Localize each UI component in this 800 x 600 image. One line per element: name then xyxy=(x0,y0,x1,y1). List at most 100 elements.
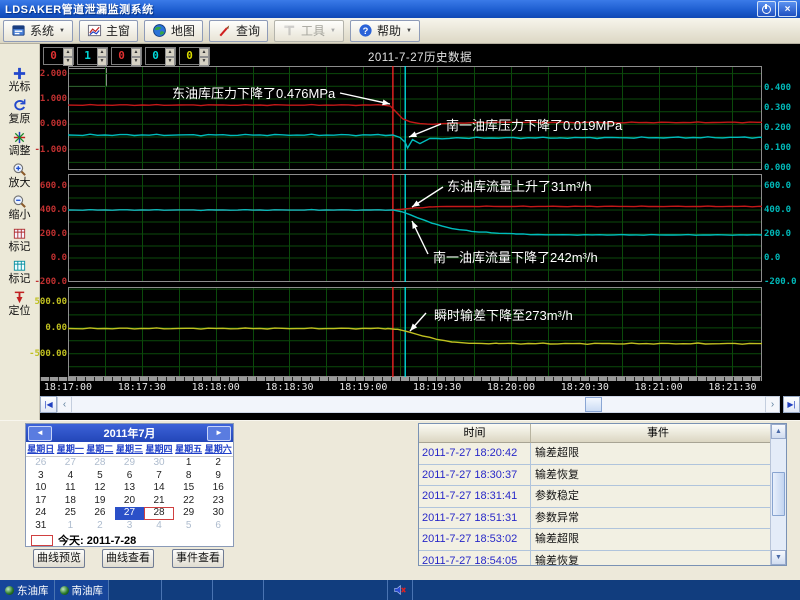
calendar-day[interactable]: 24 xyxy=(26,507,56,520)
calendar-day[interactable]: 25 xyxy=(56,507,86,520)
table-row[interactable]: 2011-7-27 18:53:02输差超限 xyxy=(419,529,770,551)
toolbar-button-query[interactable]: 查询 xyxy=(209,20,268,42)
minimize-button[interactable] xyxy=(757,1,776,17)
calendar-day[interactable]: 31 xyxy=(26,520,56,533)
calendar-day[interactable]: 6 xyxy=(203,520,233,533)
v-scrollbar[interactable]: ▲ ▼ xyxy=(770,424,786,565)
calendar-day[interactable]: 21 xyxy=(144,495,174,508)
y-axis-right: 0.4000.3000.2000.1000.000 xyxy=(762,66,800,170)
calendar-day[interactable]: 1 xyxy=(56,520,86,533)
x-tick-label: 18:18:00 xyxy=(192,382,240,393)
y-axis-right xyxy=(762,287,800,377)
chart-panel-difference: 500.000.00-500.00瞬时输差下降至273m³/h xyxy=(40,287,800,377)
calendar-day[interactable]: 15 xyxy=(174,482,204,495)
scroll-up-button[interactable]: ▲ xyxy=(771,424,786,439)
y-tick-label: 0.200 xyxy=(764,123,791,133)
scroll-first-button[interactable]: |◀ xyxy=(40,396,57,413)
day-of-week-label: 星期五 xyxy=(174,442,204,456)
x-tick-label: 18:20:30 xyxy=(561,382,609,393)
scroll-right-button[interactable]: › xyxy=(765,396,780,413)
status-tab-1[interactable]: 东油库 xyxy=(0,580,55,600)
status-cell xyxy=(213,580,264,600)
calendar-day[interactable]: 18 xyxy=(56,495,86,508)
calendar-day[interactable]: 11 xyxy=(56,482,86,495)
side-tool-restore[interactable]: 复原 xyxy=(0,98,39,125)
scroll-track[interactable] xyxy=(72,396,765,413)
toolbar-button-system[interactable]: 系统▼ xyxy=(3,20,73,42)
scroll-last-button[interactable]: ▶| xyxy=(783,396,800,413)
toolbar-button-help[interactable]: ?帮助▼ xyxy=(350,20,420,42)
calendar-day[interactable]: 4 xyxy=(144,520,174,533)
table-row[interactable]: 2011-7-27 18:30:37输差恢复 xyxy=(419,465,770,487)
map-icon xyxy=(152,23,167,38)
scroll-thumb[interactable] xyxy=(585,397,602,412)
restore-icon xyxy=(0,98,39,113)
toolbar-button-tools[interactable]: 工具▼ xyxy=(274,20,344,42)
next-month-button[interactable]: ► xyxy=(207,426,231,441)
calendar-day[interactable]: 9 xyxy=(203,470,233,483)
calendar-day[interactable]: 8 xyxy=(174,470,204,483)
calendar-day[interactable]: 20 xyxy=(115,495,145,508)
calendar-day[interactable]: 3 xyxy=(115,520,145,533)
mute-icon[interactable] xyxy=(388,580,413,600)
calendar-day[interactable]: 19 xyxy=(85,495,115,508)
prev-month-button[interactable]: ◄ xyxy=(28,426,52,441)
calendar-day[interactable]: 17 xyxy=(26,495,56,508)
calendar-day[interactable]: 10 xyxy=(26,482,56,495)
calendar-day[interactable]: 16 xyxy=(203,482,233,495)
column-header-time[interactable]: 时间 xyxy=(419,424,531,443)
v-scroll-thumb[interactable] xyxy=(772,472,785,516)
close-button[interactable]: × xyxy=(778,1,797,17)
calendar-day[interactable]: 26 xyxy=(26,457,56,470)
calendar-day[interactable]: 14 xyxy=(144,482,174,495)
event-name: 输差恢复 xyxy=(531,465,770,486)
side-tool-adjust[interactable]: 调整 xyxy=(0,130,39,157)
curve-view-button[interactable]: 曲线查看 xyxy=(102,549,154,568)
calendar-day[interactable]: 30 xyxy=(203,507,233,520)
calendar-day[interactable]: 3 xyxy=(26,470,56,483)
calendar-day[interactable]: 2 xyxy=(85,520,115,533)
calendar-day[interactable]: 26 xyxy=(85,507,115,520)
calendar-day[interactable]: 5 xyxy=(85,470,115,483)
zoom-out-icon xyxy=(0,194,39,209)
calendar-day[interactable]: 27 xyxy=(56,457,86,470)
table-row[interactable]: 2011-7-27 18:20:42输差超限 xyxy=(419,443,770,465)
side-tool-label: 光标 xyxy=(0,81,39,93)
side-tool-cursor[interactable]: 光标 xyxy=(0,66,39,93)
calendar-day[interactable]: 6 xyxy=(115,470,145,483)
table-row[interactable]: 2011-7-27 18:54:05输差恢复 xyxy=(419,551,770,566)
scroll-down-button[interactable]: ▼ xyxy=(771,550,786,565)
calendar-day[interactable]: 27 xyxy=(115,507,145,520)
calendar-day[interactable]: 5 xyxy=(174,520,204,533)
table-row[interactable]: 2011-7-27 18:31:41参数稳定 xyxy=(419,486,770,508)
side-tool-locate[interactable]: 定位 xyxy=(0,290,39,317)
toolbar-button-mainwin[interactable]: 主窗 xyxy=(79,20,138,42)
toolbar-button-map[interactable]: 地图 xyxy=(144,20,203,42)
status-tab-2[interactable]: 南油库 xyxy=(55,580,110,600)
calendar-day[interactable]: 28 xyxy=(144,507,174,520)
event-view-button[interactable]: 事件查看 xyxy=(172,549,224,568)
y-tick-label: 600.0 xyxy=(764,181,791,191)
scroll-left-button[interactable]: ‹ xyxy=(57,396,72,413)
curve-preview-button[interactable]: 曲线预览 xyxy=(33,549,85,568)
calendar-day[interactable]: 29 xyxy=(174,507,204,520)
calendar-day[interactable]: 2 xyxy=(203,457,233,470)
side-tool-mark-2[interactable]: 标记 xyxy=(0,258,39,285)
calendar-day[interactable]: 1 xyxy=(174,457,204,470)
calendar-day[interactable]: 13 xyxy=(115,482,145,495)
calendar-day[interactable]: 22 xyxy=(174,495,204,508)
calendar-day[interactable]: 28 xyxy=(85,457,115,470)
calendar-day[interactable]: 12 xyxy=(85,482,115,495)
side-tool-zoom-in[interactable]: 放大 xyxy=(0,162,39,189)
calendar-day[interactable]: 23 xyxy=(203,495,233,508)
side-tool-zoom-out[interactable]: 缩小 xyxy=(0,194,39,221)
table-row[interactable]: 2011-7-27 18:51:31参数异常 xyxy=(419,508,770,530)
calendar-day[interactable]: 30 xyxy=(144,457,174,470)
side-tool-label: 调整 xyxy=(0,145,39,157)
calendar-header: ◄ 2011年7月 ► xyxy=(26,424,233,442)
calendar-day[interactable]: 7 xyxy=(144,470,174,483)
calendar-day[interactable]: 4 xyxy=(56,470,86,483)
column-header-event[interactable]: 事件 xyxy=(531,424,786,443)
side-tool-mark-1[interactable]: 标记 xyxy=(0,226,39,253)
calendar-day[interactable]: 29 xyxy=(115,457,145,470)
